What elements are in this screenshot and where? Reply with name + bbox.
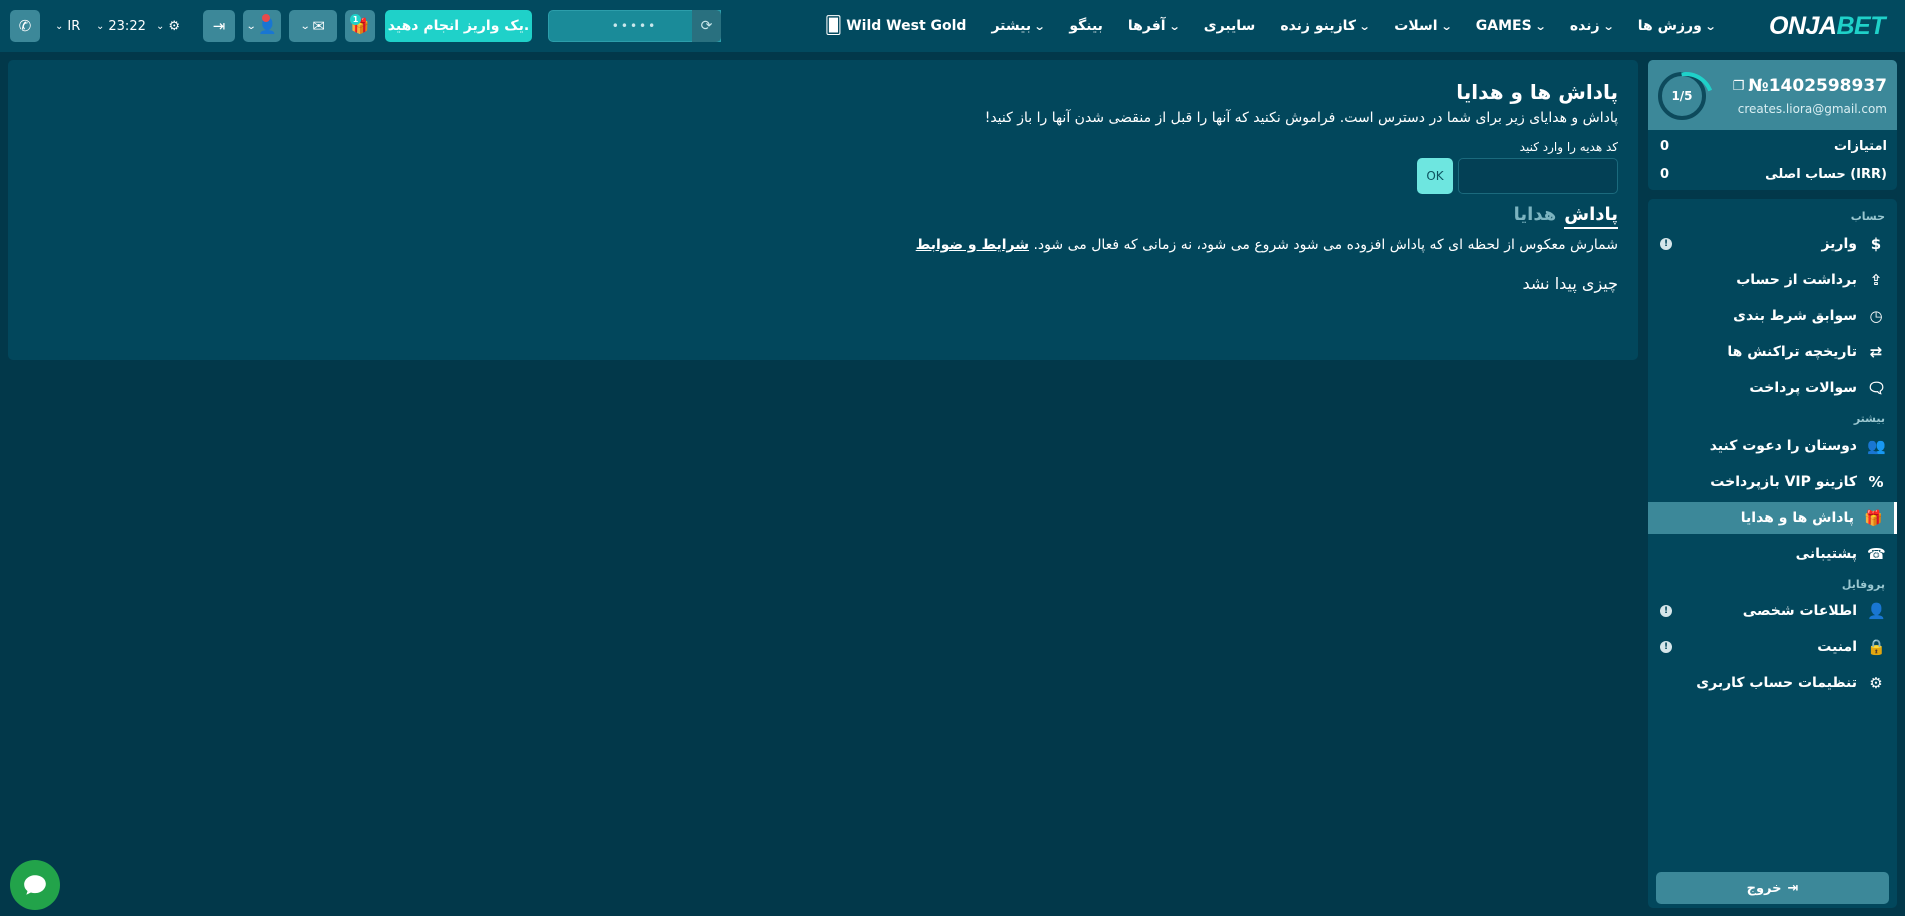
countdown-note: شمارش معکوس از لحظه ای که پاداش افزوده م… [915, 237, 1618, 253]
deposit-button[interactable]: یک واریز انجام دهید. [385, 10, 532, 42]
menu-item-support[interactable]: پشتیبانی ☎ [1648, 538, 1897, 570]
nav-bingo[interactable]: بینگو [1069, 18, 1103, 34]
account-card: 1/5 ❐ №1402598937 creates.liora@gmail.com… [1648, 60, 1897, 190]
profile-button[interactable]: ⌄ 👤 [243, 10, 281, 42]
phone-button[interactable]: ✆ [10, 10, 40, 42]
phone-icon: ✆ [18, 17, 32, 35]
main-nav: ورزش ها ⌄ زنده ⌄ GAMES ⌄ اسلات ⌄ کازینو زنده… [800, 0, 1717, 52]
terms-link[interactable]: شرایط و ضوابط [916, 237, 1029, 253]
logout-button[interactable]: خروج ⇥ [1656, 872, 1889, 904]
menu-item-bet-history[interactable]: سوابق شرط بندی ◷ [1648, 300, 1897, 332]
dollar-icon: $ [1870, 235, 1882, 253]
money-chat-icon: 🗨 [1867, 379, 1887, 397]
live-chat-button[interactable] [10, 860, 60, 910]
tab-gifts[interactable]: هدایا [1514, 204, 1557, 229]
nav-games[interactable]: GAMES ⌄ [1476, 18, 1547, 34]
notification-dot [262, 14, 270, 22]
menu-item-withdraw[interactable]: برداشت از حساب ⇪ [1648, 264, 1897, 296]
menu-item-transactions[interactable]: تاریخچه تراکنش ها ⇄ [1648, 336, 1897, 368]
copy-icon[interactable]: ❐ [1733, 79, 1745, 94]
chevron-down-icon: ⌄ [1033, 19, 1046, 33]
top-header: ONJABET ورزش ها ⌄ زنده ⌄ GAMES ⌄ اسلات ⌄ کاز… [0, 0, 1905, 52]
gift-code-ok-button[interactable]: OK [1417, 158, 1453, 194]
menu-item-invite-friends[interactable]: دوستان را دعوت کنید 👥 [1648, 430, 1897, 462]
chevron-down-icon: ⌄ [1168, 19, 1181, 33]
menu-item-bonuses-gifts[interactable]: پاداش ها و هدایا 🎁 [1648, 502, 1897, 534]
menu-item-account-settings[interactable]: تنظیمات حساب کاربری ⚙ [1648, 667, 1897, 699]
tab-bonus[interactable]: پاداش [1564, 204, 1618, 229]
page-title: پاداش ها و هدایا [1456, 80, 1618, 104]
chevron-down-icon: ⌄ [1602, 19, 1615, 33]
chevron-down-icon: ⌄ [1704, 19, 1717, 33]
chevron-down-icon: ⌄ [1358, 19, 1371, 33]
bonuses-panel: پاداش ها و هدایا پاداش و هدایای زیر برای… [8, 60, 1638, 360]
envelope-icon: ✉ [312, 17, 325, 35]
section-account: حساب [1850, 210, 1885, 223]
bonus-tabs: پاداش هدایا [1514, 204, 1618, 229]
login-button[interactable]: ⇥ [203, 10, 235, 42]
level-ring[interactable]: 1/5 [1658, 72, 1706, 120]
nav-slots[interactable]: اسلات ⌄ [1394, 18, 1453, 34]
transfer-icon: ⇄ [1869, 343, 1883, 361]
nav-more[interactable]: بیشتر ⌄ [991, 18, 1046, 34]
nav-wild-west-gold[interactable]: 🂠 Wild West Gold [825, 16, 967, 36]
menu-item-personal-info[interactable]: ! اطلاعات شخصی 👤 [1648, 595, 1897, 627]
support-icon: ☎ [1867, 545, 1886, 563]
section-profile: پروفایل [1841, 578, 1885, 591]
percent-icon: % [1868, 473, 1884, 491]
menu-item-vip-cashback[interactable]: بازپرداخت VIP کازینو% [1648, 466, 1897, 498]
section-more: بیشتر [1853, 412, 1885, 425]
account-menu: حساب ! واریز $ برداشت از حساب ⇪ سوابق شرط … [1648, 199, 1897, 908]
chevron-down-icon: ⌄ [96, 20, 105, 32]
gift-code-label: کد هدیه را وارد کنید [1519, 140, 1618, 154]
chevron-down-icon: ⌄ [245, 20, 257, 32]
onjabet-logo[interactable]: ONJABET [1769, 12, 1885, 41]
empty-state: چیزی پیدا نشد [1522, 274, 1619, 293]
nav-cyber[interactable]: سایبری [1204, 18, 1256, 34]
menu-item-deposit[interactable]: ! واریز $ [1648, 228, 1897, 260]
account-email: creates.liora@gmail.com [1737, 102, 1887, 116]
sign-out-icon: ⇥ [1787, 880, 1799, 896]
points-row: امتیازات 0 [1660, 138, 1887, 154]
account-card-header: 1/5 ❐ №1402598937 creates.liora@gmail.com [1648, 60, 1897, 130]
user-icon: 👤 [1867, 602, 1886, 620]
region-select[interactable]: ⌄ IR [55, 10, 80, 42]
upload-icon: ⇪ [1869, 271, 1883, 289]
balance-row: حساب اصلی (IRR) 0 [1660, 166, 1887, 182]
gift-button[interactable]: 🎁 1 [345, 10, 375, 42]
gift-icon: 🎁 [1864, 509, 1883, 527]
chat-bubble-icon [24, 875, 46, 895]
nav-live-casino[interactable]: کازینو زنده ⌄ [1280, 18, 1371, 34]
gift-code-input[interactable] [1458, 158, 1618, 194]
gift-count-badge: 1 [350, 14, 361, 25]
warning-icon: ! [1660, 238, 1672, 250]
sign-in-icon: ⇥ [212, 17, 226, 35]
users-icon: 👥 [1867, 437, 1886, 455]
menu-item-payment-faq[interactable]: سوالات پرداخت 🗨 [1648, 372, 1897, 404]
menu-item-security[interactable]: ! امنیت 🔒 [1648, 631, 1897, 663]
lock-icon: 🔒 [1867, 638, 1886, 656]
gear-icon: ⚙ [1869, 674, 1883, 692]
chevron-down-icon: ⌄ [55, 20, 64, 32]
warning-icon: ! [1660, 641, 1672, 653]
chevron-down-icon: ⌄ [1534, 19, 1547, 33]
chevron-down-icon: ⌄ [299, 20, 311, 32]
clock-icon: ◷ [1869, 307, 1883, 325]
refresh-icon[interactable]: ⟳ [692, 10, 721, 42]
nav-live[interactable]: زنده ⌄ [1570, 18, 1615, 34]
nav-sports[interactable]: ورزش ها ⌄ [1638, 18, 1717, 34]
slot-cards-icon: 🂠 [824, 16, 843, 36]
nav-offers[interactable]: آفرها ⌄ [1128, 18, 1181, 34]
warning-icon: ! [1660, 605, 1672, 617]
clock-display[interactable]: ⌄ 23:22 [96, 10, 146, 42]
account-id[interactable]: ❐ №1402598937 [1733, 76, 1887, 96]
settings-button[interactable]: ⌄ ⚙ [156, 10, 180, 42]
gear-icon: ⚙ [168, 18, 181, 34]
chevron-down-icon: ⌄ [1440, 19, 1453, 33]
messages-button[interactable]: ⌄ ✉ [289, 10, 337, 42]
page-subtitle: پاداش و هدایای زیر برای شما در دسترس است… [984, 110, 1618, 126]
chevron-down-icon: ⌄ [156, 20, 165, 32]
